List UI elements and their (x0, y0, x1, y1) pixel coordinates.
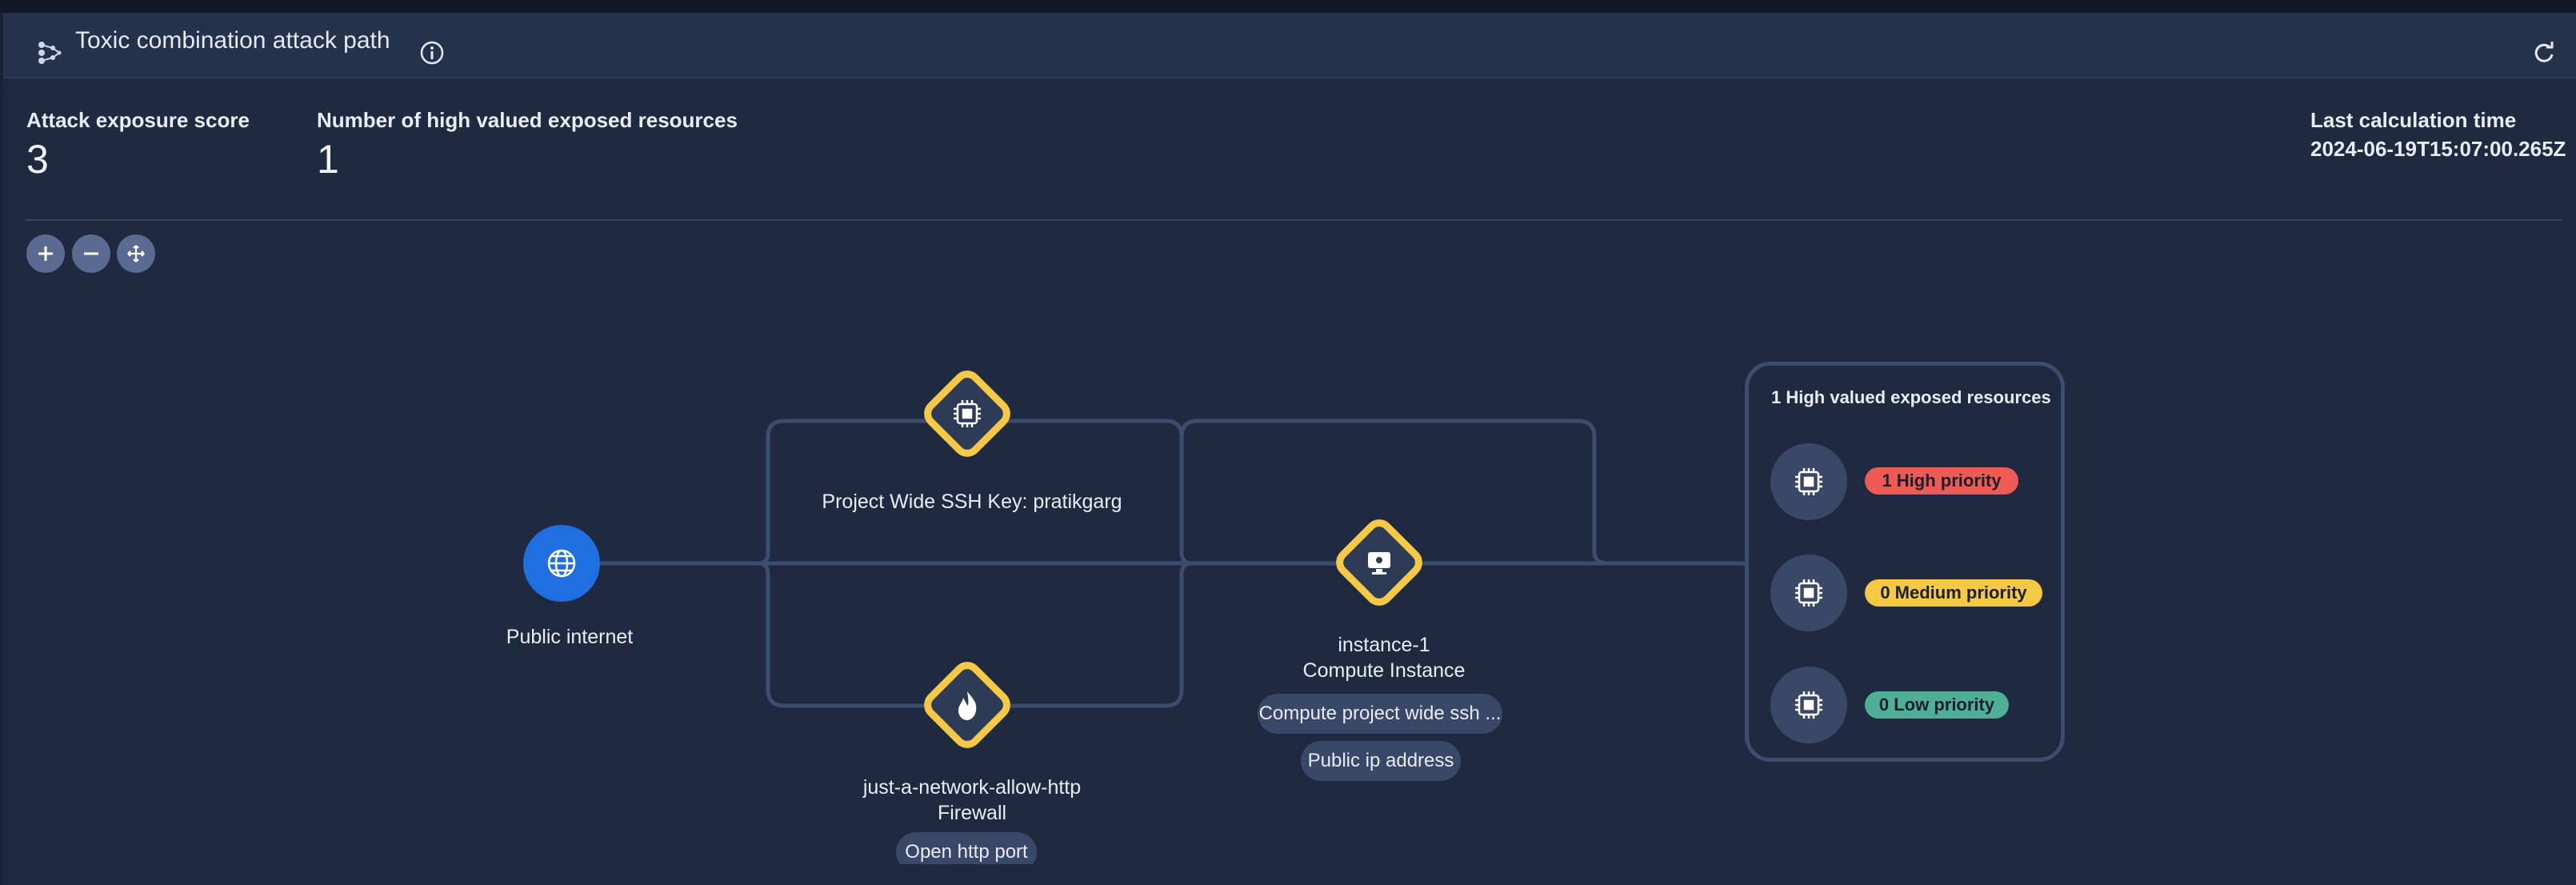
compute-ssh-pill[interactable]: Compute project wide ssh ... (1258, 694, 1502, 734)
instance-type: Compute Instance (1302, 659, 1466, 682)
low-priority-resource[interactable] (1770, 667, 1847, 743)
chip-icon (1795, 579, 1822, 607)
chip-icon (1795, 468, 1822, 495)
high-priority-badge: 1 High priority (1865, 467, 2018, 495)
chip-icon (954, 400, 981, 427)
firewall-type: Firewall (937, 802, 1007, 824)
firewall-label: just-a-network-allow-http (862, 776, 1082, 799)
high-priority-resource[interactable] (1770, 443, 1847, 520)
ssh-key-node[interactable] (923, 370, 1011, 458)
high-valued-panel-title: 1 High valued exposed resources (1771, 387, 2051, 407)
public-internet-label: Public internet (506, 626, 634, 648)
ssh-key-label: Project Wide SSH Key: pratikgarg (822, 491, 1122, 513)
instance-node[interactable] (1335, 519, 1423, 607)
chip-icon (1795, 691, 1822, 719)
medium-priority-resource[interactable] (1770, 555, 1847, 631)
firewall-finding-clip: Open http port (896, 832, 1040, 864)
open-http-port-pill[interactable]: Open http port (896, 832, 1037, 864)
instance-label: instance-1 (1338, 634, 1430, 656)
public-internet-node[interactable] (523, 525, 600, 602)
public-ip-pill[interactable]: Public ip address (1301, 741, 1461, 781)
attack-path-graph (523, 370, 1745, 749)
low-priority-badge: 0 Low priority (1865, 691, 2009, 719)
firewall-node[interactable] (923, 661, 1011, 749)
medium-priority-badge: 0 Medium priority (1865, 579, 2042, 607)
